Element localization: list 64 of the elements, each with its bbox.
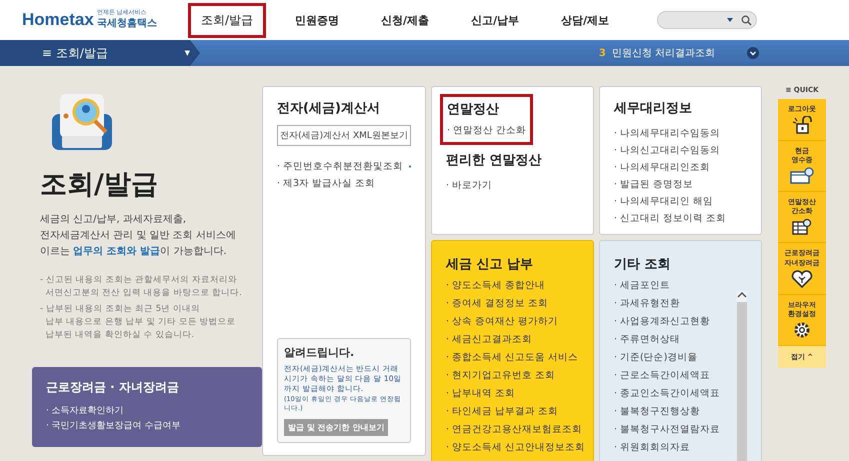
card-title: 편리한 연말정산 — [446, 152, 543, 170]
card-link[interactable]: · 세금포인트 — [614, 277, 720, 295]
table-magnifier-icon — [791, 218, 813, 236]
card-link[interactable]: · 종합소득세 신고도움 서비스 — [446, 349, 579, 367]
card-title: 세무대리정보 — [614, 100, 693, 117]
card-link[interactable]: · 불복청구사전열람자료 — [614, 421, 720, 439]
nav-tab[interactable]: 민원증명 — [282, 2, 352, 38]
card-link[interactable]: · 제3자 발급사실 조회 — [277, 175, 376, 192]
card-link[interactable]: · 양도소득세 종합안내 — [446, 277, 579, 295]
scroll-up-icon[interactable] — [737, 291, 747, 298]
card-link[interactable]: · 세금신고결과조회 — [446, 331, 579, 349]
card-title: 연말정산 — [447, 101, 500, 118]
heart-icon — [791, 270, 813, 288]
nav-tab[interactable]: 신고/납부 — [458, 2, 532, 38]
card-link[interactable]: · 나의세무대리인 해임 — [614, 193, 747, 210]
section-title: ≡ 조회/발급 — [42, 44, 108, 62]
card-link[interactable]: · 상속 증여재산 평가하기 — [446, 313, 579, 331]
card-link[interactable]: · 주류면허상태 — [614, 331, 720, 349]
card-link[interactable]: · 주민번호수취분전환및조회 — [277, 158, 404, 176]
card-link[interactable]: · 근로소득간이세액표 — [614, 367, 720, 385]
receipt-icon — [789, 167, 815, 186]
card-link[interactable]: · 발급된 증명정보 — [614, 176, 747, 194]
card-link[interactable]: · 바로가기 — [446, 177, 579, 194]
card-link[interactable]: · 타인세금 납부결과 조회 — [446, 403, 579, 421]
result-lookup-link[interactable]: 민원신청 처리결과조회 — [612, 46, 715, 60]
card-link[interactable]: · 과세유형전환 — [614, 295, 720, 313]
nav-tab[interactable]: 신청/제출 — [368, 2, 442, 38]
card-link[interactable]: · 종교인소득간이세액표 — [614, 385, 720, 403]
notice-count: 3 — [598, 48, 606, 58]
card-link[interactable]: · 기준(단순)경비율 — [614, 349, 720, 367]
promo-title: 근로장려금 · 자녀장려금 — [46, 378, 180, 396]
intro-note: - 납부된 내용의 조회는 최근 5년 이내의 납부 내용으로 은행 납부 및 기타 모든 방법으로 납부된 내역을 확인하실 수 있습니다. — [40, 302, 237, 342]
nav-tab[interactable]: 상담/제보 — [548, 2, 622, 38]
intro-description: 세금의 신고/납부, 과세자료제출, 전자세금계산서 관리 및 일반 조회 서비스에 이르는 업무의 조회와 발급이 가능합니다. — [40, 213, 237, 259]
card-link[interactable]: · 사업용계좌신고현황 — [614, 313, 720, 331]
search-icon[interactable] — [741, 14, 752, 26]
promo-link[interactable]: · 국민기초생활보장급여 수급여부 — [46, 418, 248, 434]
card-link[interactable]: · 증여세 결정정보 조회 — [446, 295, 579, 313]
intro-note: - 신고된 내용의 조회는 관할세무서의 자료처리와 서면신고분의 전산 입력 내용을 바탕으로 합니다. — [40, 274, 243, 300]
card-link[interactable]: · 현지기업고유번호 조회 — [446, 367, 579, 385]
card-link[interactable]: · 나의신고대리수임동의 — [614, 142, 747, 160]
xml-view-button[interactable]: 전자(세금)계산서 XML원본보기 — [277, 125, 411, 146]
card-link[interactable]: · 납부내역 조회 — [446, 385, 579, 403]
card-link[interactable]: · 불복청구진행상황 — [614, 403, 720, 421]
search-field[interactable] — [657, 11, 757, 29]
card-link[interactable]: · 연금건강고용산재보험료조회 — [446, 421, 579, 439]
card-title: 기타 조회 — [614, 256, 672, 273]
page-heading: 조회/발급 — [40, 168, 159, 202]
settings-icon — [793, 320, 811, 339]
card-link[interactable]: · 나의세무대리인조회 — [614, 159, 747, 176]
logo-wordmark: Hometax — [22, 10, 94, 30]
card-link[interactable]: · 나의세무대리수임동의 — [614, 125, 747, 142]
promo-link[interactable]: · 소득자료확인하기 — [46, 404, 248, 419]
nav-tab[interactable]: 조회/발급 — [188, 2, 266, 38]
dropdown-caret-icon[interactable] — [727, 18, 733, 22]
card-title: 세금 신고 납부 — [446, 256, 534, 273]
card-title: 전자(세금)계산서 — [277, 100, 381, 117]
notice-title: 알려드립니다. — [284, 344, 356, 360]
logo-organization: 국세청홈택스 — [96, 17, 157, 30]
card-link[interactable]: · 신고대리 정보이력 조회 — [614, 210, 747, 228]
card-link[interactable]: · 위원회회의자료 — [614, 439, 720, 457]
card-link[interactable]: · 연말정산 간소화 — [447, 122, 526, 140]
padlock-icon — [791, 116, 813, 134]
chevron-down-icon[interactable] — [747, 47, 759, 59]
